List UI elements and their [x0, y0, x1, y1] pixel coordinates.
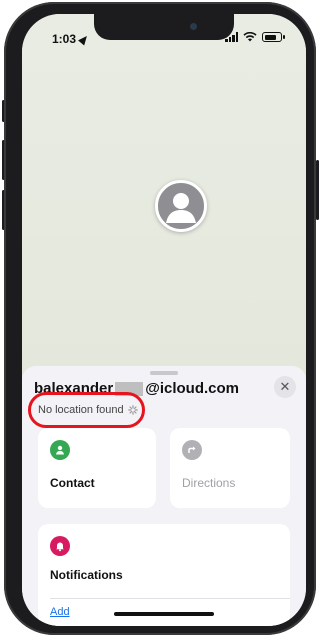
directions-action-card[interactable]: Directions [170, 428, 290, 508]
wifi-icon [243, 32, 257, 42]
contact-action-card[interactable]: Contact [38, 428, 156, 508]
annotation-highlight-circle [28, 392, 145, 428]
device-frame: 1:03 balexander @icloud.com ✕ No locatio… [0, 0, 320, 637]
bell-icon [50, 536, 70, 556]
email-domain: @icloud.com [145, 380, 240, 397]
status-time: 1:03 [52, 32, 77, 46]
battery-level [264, 34, 276, 40]
person-detail-sheet: balexander @icloud.com ✕ No location foun… [22, 366, 306, 626]
directions-arrow-icon [182, 440, 202, 460]
person-icon [166, 193, 196, 223]
notifications-label: Notifications [50, 568, 123, 582]
power-button [316, 160, 319, 220]
sheet-grabber[interactable] [150, 371, 178, 375]
battery-icon [262, 32, 285, 42]
status-indicators [225, 32, 285, 42]
contact-avatar-pin[interactable] [155, 180, 207, 232]
phone-body: 1:03 balexander @icloud.com ✕ No locatio… [4, 2, 316, 635]
camera-icon [190, 23, 197, 30]
add-notification-link[interactable]: Add [50, 606, 70, 618]
directions-action-label: Directions [182, 476, 236, 490]
notifications-card: Notifications Add [38, 524, 290, 626]
close-button[interactable]: ✕ [274, 376, 296, 398]
cellular-signal-icon [225, 32, 238, 42]
contact-person-icon [50, 440, 70, 460]
close-icon: ✕ [279, 379, 291, 394]
notch [94, 14, 234, 40]
home-indicator[interactable] [114, 612, 214, 616]
card-divider [50, 598, 290, 599]
screen: 1:03 balexander @icloud.com ✕ No locatio… [22, 14, 306, 626]
contact-action-label: Contact [50, 476, 95, 490]
status-time-group: 1:03 [52, 32, 90, 46]
